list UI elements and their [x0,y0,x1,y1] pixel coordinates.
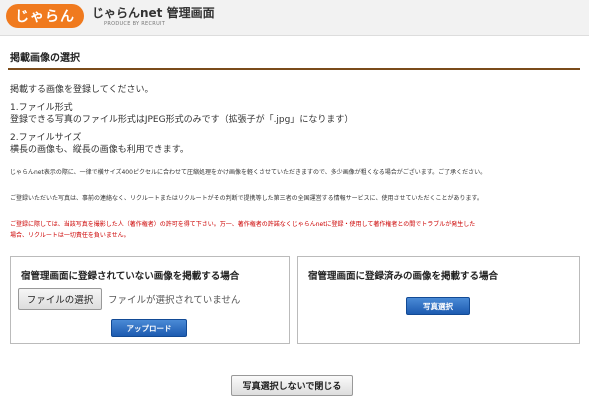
page-title: 掲載画像の選択 [10,53,80,64]
note-usage: ご登録いただいた写真は、事前の連絡なく、リクルートまたはリクルートがその判断で提… [10,195,483,202]
upload-panel: 宿管理画面に登録されていない画像を掲載する場合 ファイルの選択 ファイルが選択さ… [10,256,290,344]
upload-panel-title: 宿管理画面に登録されていない画像を掲載する場合 [21,271,240,282]
top-bar: じゃらん じゃらんnet 管理画面 PRODUCE BY RECRUIT [0,0,589,36]
note-copyright-1: ご登録に際しては、当該写真を撮影した人（著作権者）の許可を得て下さい。万一、著作… [10,221,476,228]
file-status-text: ファイルが選択されていません [108,295,241,306]
brand-subtitle: PRODUCE BY RECRUIT [104,21,166,27]
registered-panel: 宿管理画面に登録済みの画像を掲載する場合 写真選択 [297,256,580,344]
registered-panel-title: 宿管理画面に登録済みの画像を掲載する場合 [308,271,499,282]
format-text: 登録できる写真のファイル形式はJPEG形式のみです（拡張子が「.jpg」になりま… [10,115,354,125]
note-copyright-2: 場合、リクルートは一切責任を負いません。 [10,232,130,239]
page-header: 掲載画像の選択 [8,46,580,70]
intro-text: 掲載する画像を登録してください。 [10,85,154,95]
upload-button[interactable]: アップロード [111,319,187,337]
format-heading: 1.ファイル形式 [10,103,73,113]
note-compression: じゃらんnet表示の際に、一律で横サイズ400ピクセルに合わせて圧縮処理をかけ画… [10,169,487,176]
size-heading: 2.ファイルサイズ [10,133,82,143]
jalan-logo: じゃらん [6,4,84,28]
file-select-button[interactable]: ファイルの選択 [18,288,102,310]
close-without-select-button[interactable]: 写真選択しないで閉じる [231,375,353,396]
size-text: 横長の画像も、縦長の画像も利用できます。 [10,145,189,155]
brand-title: じゃらんnet 管理画面 [92,6,215,20]
select-photo-button[interactable]: 写真選択 [406,297,470,315]
